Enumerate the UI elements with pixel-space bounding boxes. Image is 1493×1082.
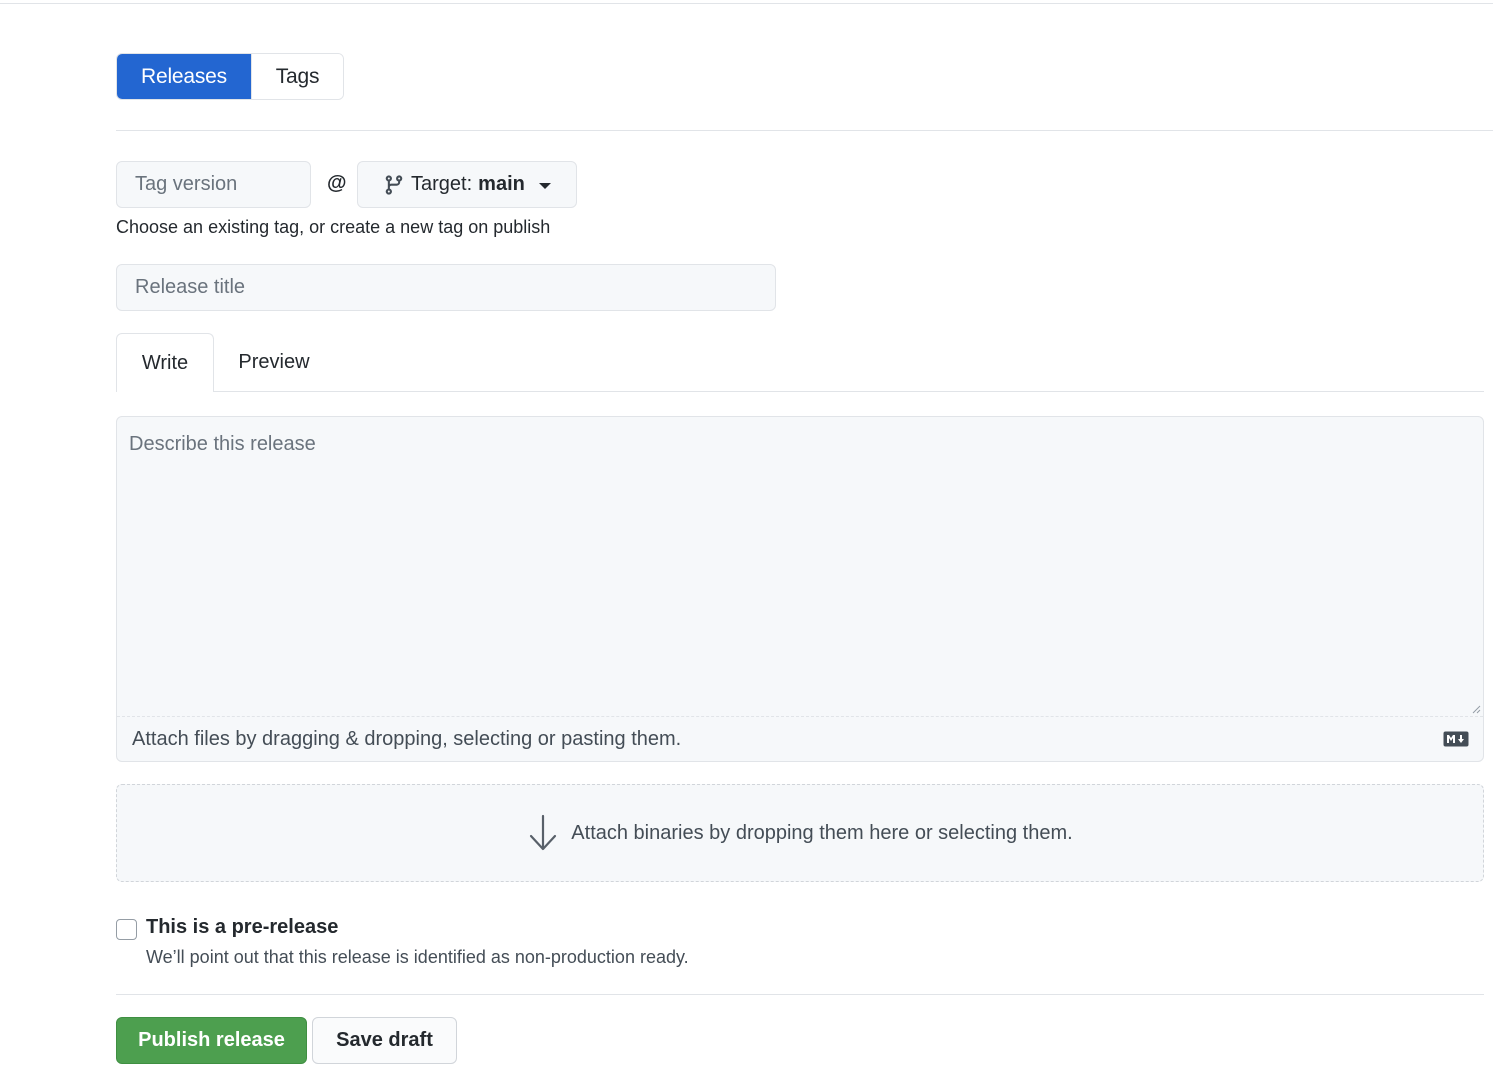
prerelease-label[interactable]: This is a pre-release xyxy=(146,916,338,939)
markdown-icon[interactable] xyxy=(1443,731,1469,747)
release-description-editor: Attach files by dragging & dropping, sel… xyxy=(116,416,1484,762)
tab-preview[interactable]: Preview xyxy=(218,333,330,392)
tabs-divider xyxy=(116,391,1484,392)
save-draft-button[interactable]: Save draft xyxy=(312,1017,457,1064)
caret-down-icon xyxy=(538,182,551,189)
publish-release-button[interactable]: Publish release xyxy=(116,1017,307,1064)
section-divider xyxy=(116,130,1493,131)
tab-write[interactable]: Write xyxy=(116,333,214,392)
target-branch-dropdown[interactable]: Target: main xyxy=(357,161,577,208)
prerelease-checkbox[interactable] xyxy=(116,919,137,940)
git-branch-icon xyxy=(385,174,403,195)
top-border xyxy=(0,3,1493,4)
arrow-down-icon xyxy=(530,814,557,851)
tag-helper-text: Choose an existing tag, or create a new … xyxy=(116,217,551,237)
attach-files-bar[interactable]: Attach files by dragging & dropping, sel… xyxy=(117,716,1483,761)
binaries-dropzone[interactable]: Attach binaries by dropping them here or… xyxy=(116,784,1484,882)
resize-handle-icon[interactable] xyxy=(1471,704,1481,714)
prerelease-note: We’ll point out that this release is ide… xyxy=(146,947,689,967)
release-description-textarea[interactable] xyxy=(117,417,1483,716)
target-label: Target: xyxy=(411,173,473,195)
dropzone-text: Attach binaries by dropping them here or… xyxy=(571,821,1073,844)
at-sign: @ xyxy=(327,172,347,194)
release-title-input[interactable] xyxy=(116,264,776,311)
tag-version-input[interactable] xyxy=(116,161,311,208)
tab-releases[interactable]: Releases xyxy=(117,54,251,99)
target-value: main xyxy=(478,173,525,195)
tab-tags[interactable]: Tags xyxy=(251,54,343,99)
releases-tags-switch: Releases Tags xyxy=(116,53,344,100)
attach-files-text: Attach files by dragging & dropping, sel… xyxy=(132,727,682,750)
actions-divider xyxy=(116,994,1484,995)
